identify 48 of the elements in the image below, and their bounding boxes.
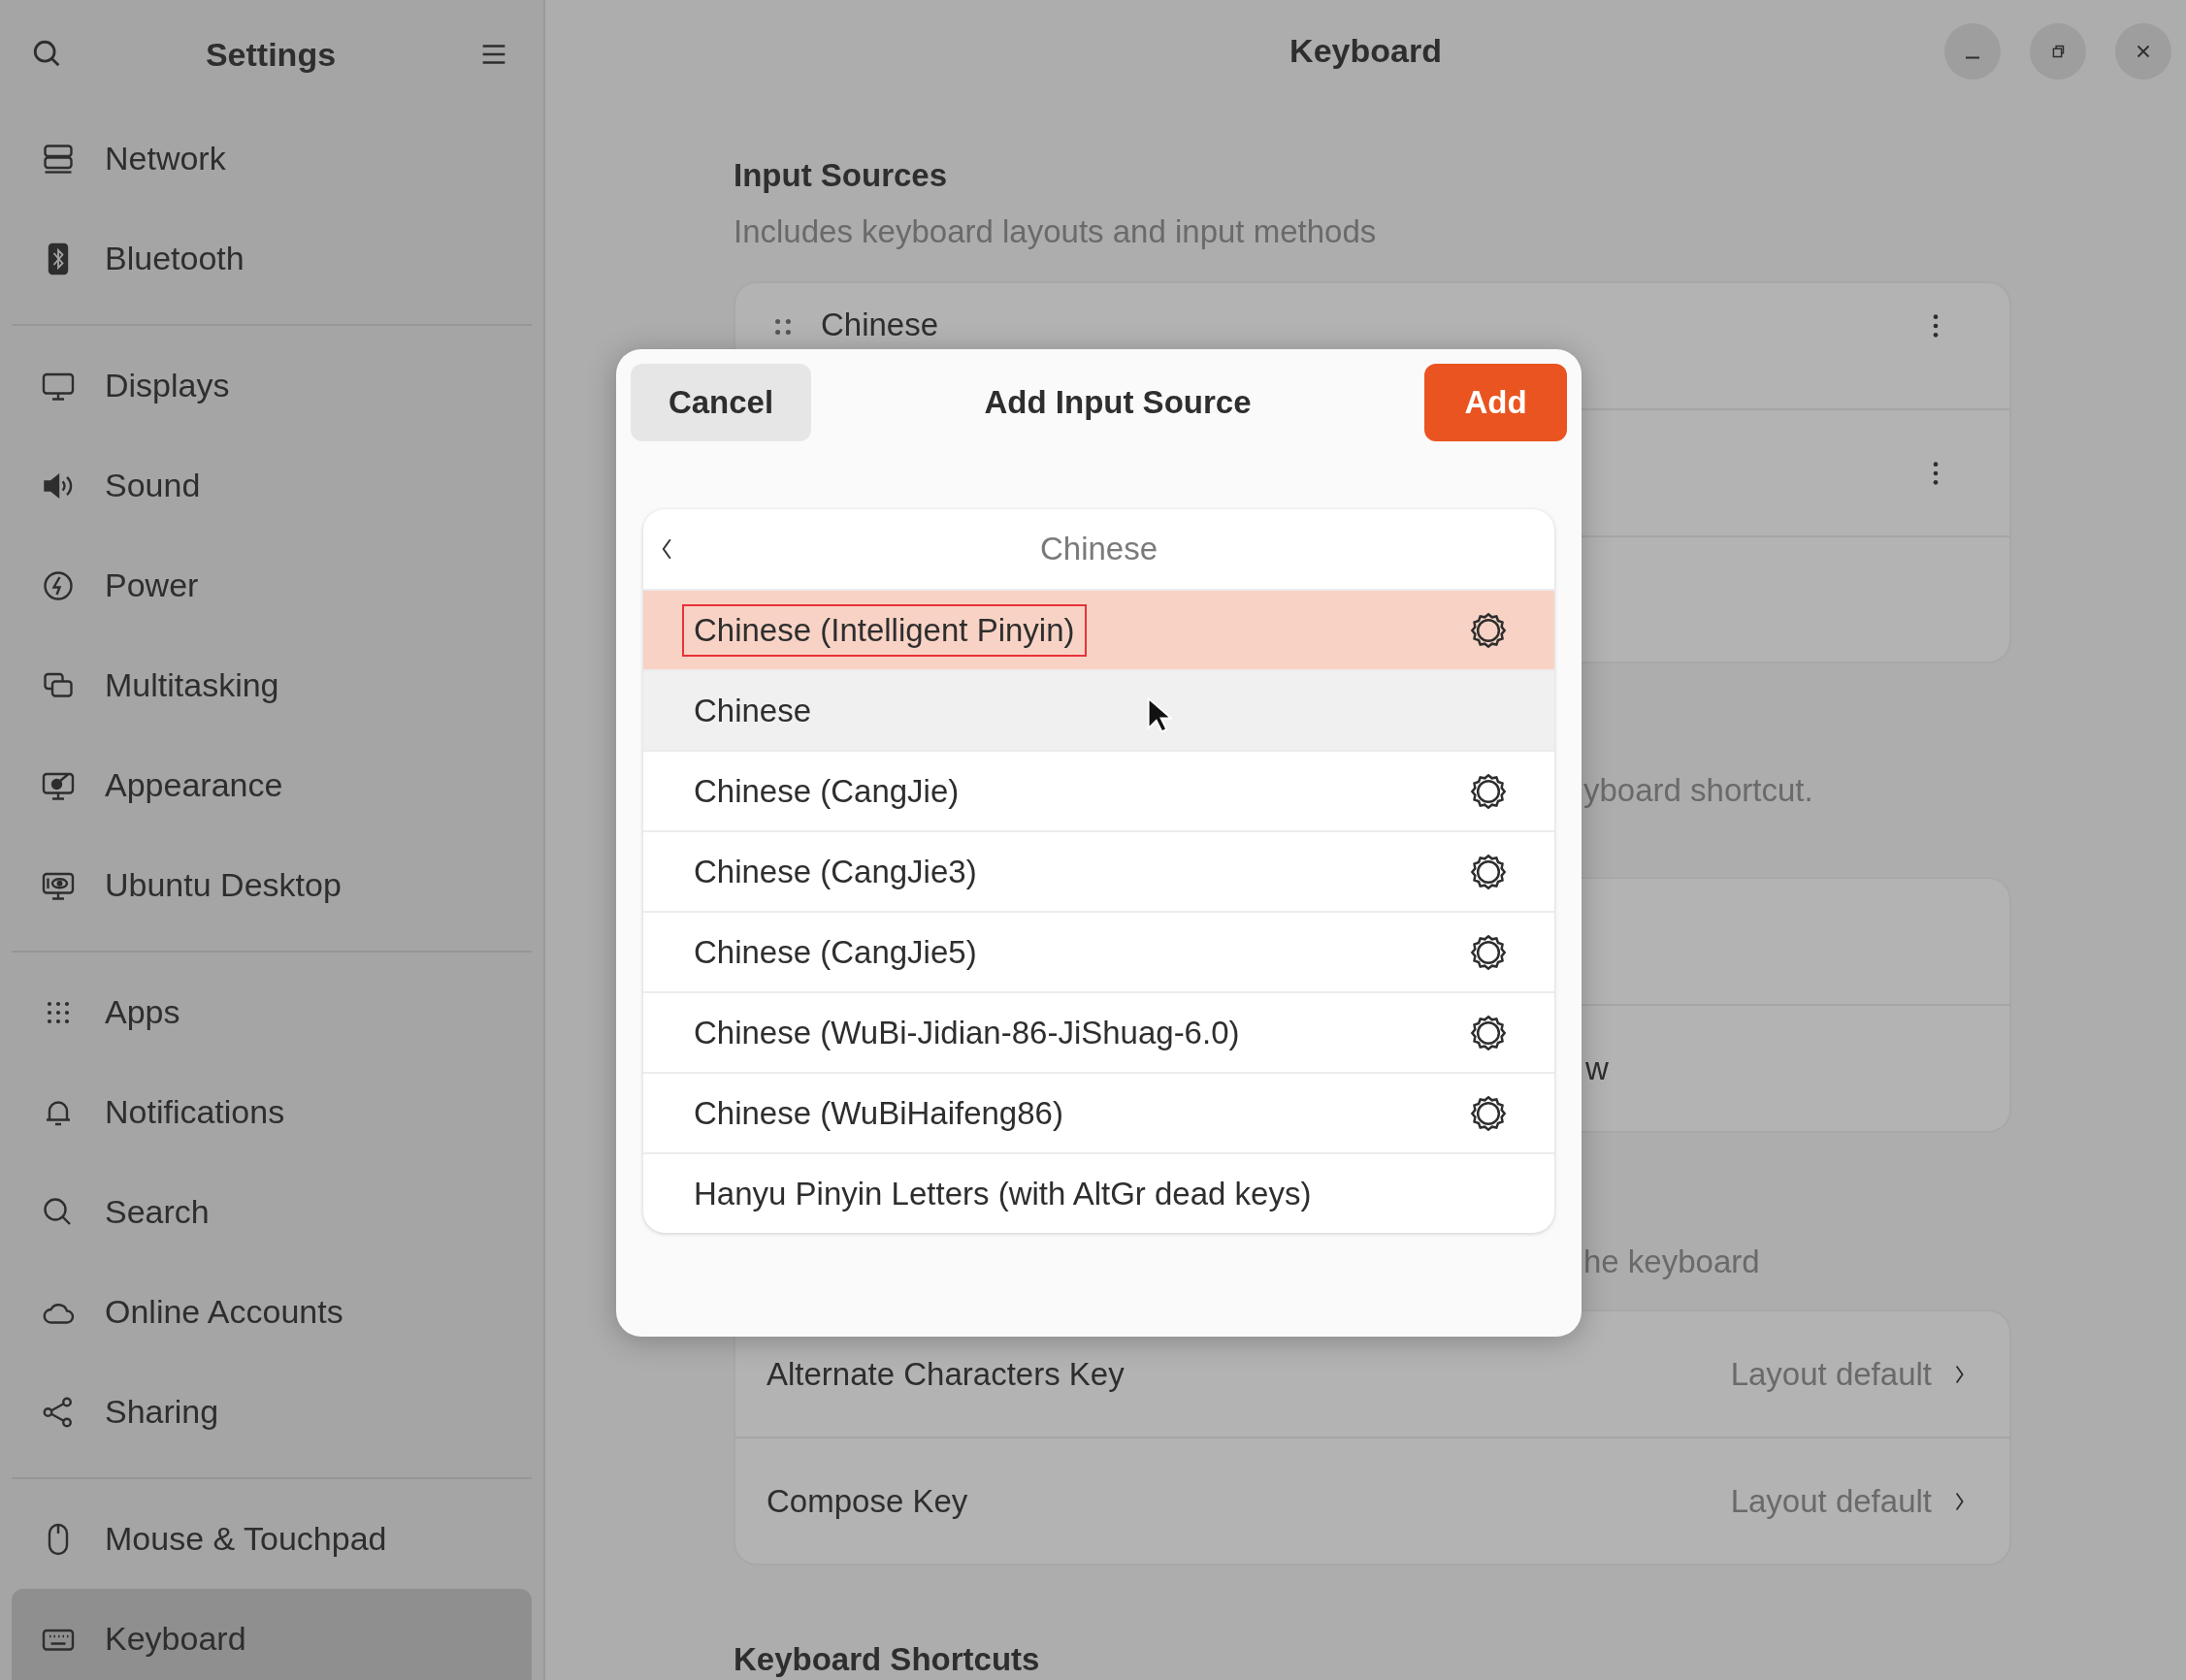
section-description: yboard shortcut. [1583, 772, 1813, 809]
more-options-icon[interactable] [1932, 459, 1940, 487]
sidebar-item[interactable]: Mouse & Touchpad [12, 1489, 532, 1589]
list-title: Chinese [1039, 531, 1158, 567]
settings-icon[interactable] [1469, 1013, 1508, 1052]
sidebar-item[interactable]: Displays [12, 336, 532, 436]
sidebar-item[interactable]: Appearance [12, 735, 532, 835]
sidebar-item[interactable]: Apps [12, 962, 532, 1062]
section-heading: Keyboard Shortcuts [734, 1641, 1041, 1678]
list-item[interactable]: Chinese (CangJie) [643, 750, 1554, 830]
add-button[interactable]: Add [1424, 364, 1567, 441]
mouse-pointer-icon [1147, 696, 1172, 735]
sidebar-item[interactable]: Ubuntu Desktop [12, 835, 532, 935]
settings-icon[interactable] [1469, 932, 1508, 972]
settings-icon[interactable] [1469, 852, 1508, 891]
list-item[interactable]: Chinese (WuBi-Jidian-86-JiShuag-6.0) [643, 991, 1554, 1072]
list-item[interactable]: Chinese (Intelligent Pinyin) [643, 589, 1554, 669]
list-item[interactable]: Chinese (CangJie5) [643, 911, 1554, 991]
more-options-icon[interactable] [1932, 312, 1940, 339]
sidebar-item[interactable]: Power [12, 535, 532, 635]
sidebar-item[interactable]: Notifications [12, 1062, 532, 1162]
sidebar-item[interactable]: Sharing [12, 1362, 532, 1462]
settings-row[interactable]: Alternate Characters Key Layout default [735, 1311, 2009, 1437]
sidebar-item[interactable]: Search [12, 1162, 532, 1262]
sidebar-item[interactable]: Sound [12, 436, 532, 535]
sidebar-item[interactable]: Keyboard [12, 1589, 532, 1680]
list-item[interactable]: Chinese (WuBiHaifeng86) [643, 1072, 1554, 1152]
sidebar-item[interactable]: Bluetooth [12, 209, 532, 308]
settings-row[interactable]: Compose Key Layout default [735, 1437, 2009, 1564]
section-description: Includes keyboard layouts and input methods [734, 213, 1378, 250]
minimize-icon [1966, 55, 1979, 59]
sidebar-item[interactable]: Network [12, 109, 532, 209]
window-title: Keyboard [1289, 31, 1442, 70]
cancel-button[interactable]: Cancel [631, 364, 811, 441]
settings-icon[interactable] [1469, 610, 1508, 650]
section-heading: Input Sources [734, 157, 949, 194]
sidebar-item[interactable]: Online Accounts [12, 1262, 532, 1362]
sidebar-item[interactable]: Multitasking [12, 635, 532, 735]
drag-handle-icon[interactable] [774, 318, 792, 336]
option-label: w [1585, 1050, 1609, 1087]
input-source-name: Chinese [821, 307, 939, 343]
dialog-title: Add Input Source [984, 384, 1252, 421]
list-item[interactable]: Chinese (CangJie3) [643, 830, 1554, 911]
settings-icon[interactable] [1469, 771, 1508, 811]
sidebar-title: Settings [205, 35, 337, 74]
section-description: he keyboard [1583, 1244, 1760, 1280]
settings-icon[interactable] [1469, 1093, 1508, 1133]
list-item[interactable]: Hanyu Pinyin Letters (with AltGr dead keys) [643, 1152, 1554, 1233]
